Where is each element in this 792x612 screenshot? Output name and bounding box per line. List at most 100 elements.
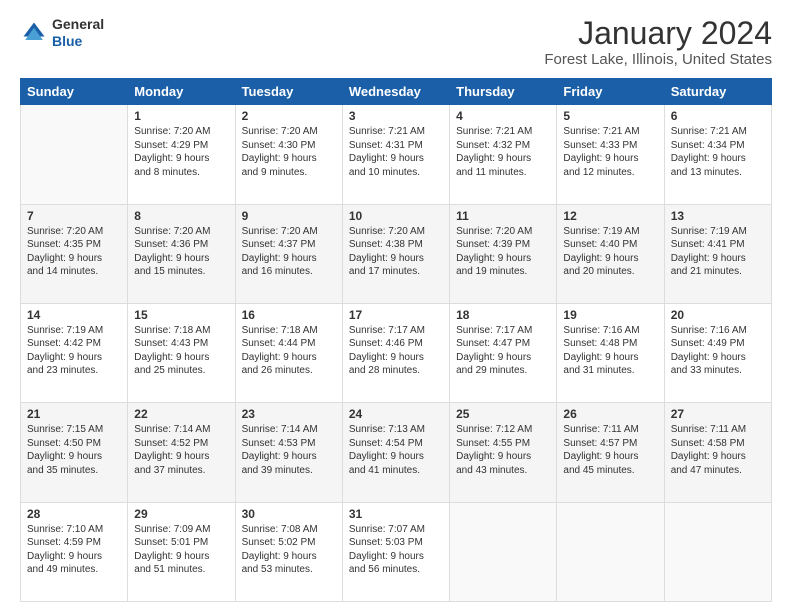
day-info: Sunrise: 7:20 AM Sunset: 4:30 PM Dayligh… bbox=[242, 125, 336, 179]
day-info: Sunrise: 7:12 AM Sunset: 4:55 PM Dayligh… bbox=[456, 423, 550, 477]
calendar-week-2: 7 Sunrise: 7:20 AM Sunset: 4:35 PM Daylig… bbox=[21, 204, 772, 303]
subtitle: Forest Lake, Illinois, United States bbox=[544, 51, 772, 68]
calendar-cell: 10 Sunrise: 7:20 AM Sunset: 4:38 PM Dayli… bbox=[342, 204, 449, 303]
day-number: 7 bbox=[27, 209, 121, 223]
day-number: 17 bbox=[349, 308, 443, 322]
calendar-cell: 13 Sunrise: 7:19 AM Sunset: 4:41 PM Dayli… bbox=[664, 204, 771, 303]
day-info: Sunrise: 7:20 AM Sunset: 4:36 PM Dayligh… bbox=[134, 225, 228, 279]
day-number: 3 bbox=[349, 109, 443, 123]
calendar-week-5: 28 Sunrise: 7:10 AM Sunset: 4:59 PM Dayli… bbox=[21, 502, 772, 601]
day-info: Sunrise: 7:11 AM Sunset: 4:58 PM Dayligh… bbox=[671, 423, 765, 477]
calendar-cell: 17 Sunrise: 7:17 AM Sunset: 4:46 PM Dayli… bbox=[342, 303, 449, 402]
calendar-table: SundayMondayTuesdayWednesdayThursdayFrid… bbox=[20, 78, 772, 602]
calendar-cell: 14Sunrise: 7:19 AM Sunset: 4:42 PM Dayli… bbox=[21, 303, 128, 402]
day-info: Sunrise: 7:13 AM Sunset: 4:54 PM Dayligh… bbox=[349, 423, 443, 477]
logo: General Blue bbox=[20, 16, 104, 50]
day-info: Sunrise: 7:15 AM Sunset: 4:50 PM Dayligh… bbox=[27, 423, 121, 477]
day-info: Sunrise: 7:19 AM Sunset: 4:40 PM Dayligh… bbox=[563, 225, 657, 279]
day-number: 18 bbox=[456, 308, 550, 322]
calendar-cell: 9 Sunrise: 7:20 AM Sunset: 4:37 PM Daylig… bbox=[235, 204, 342, 303]
day-info: Sunrise: 7:16 AM Sunset: 4:49 PM Dayligh… bbox=[671, 324, 765, 378]
calendar-header-monday: Monday bbox=[128, 79, 235, 105]
calendar-cell: 12 Sunrise: 7:19 AM Sunset: 4:40 PM Dayli… bbox=[557, 204, 664, 303]
day-info: Sunrise: 7:20 AM Sunset: 4:35 PM Dayligh… bbox=[27, 225, 121, 279]
calendar-cell: 29 Sunrise: 7:09 AM Sunset: 5:01 PM Dayli… bbox=[128, 502, 235, 601]
day-info: Sunrise: 7:09 AM Sunset: 5:01 PM Dayligh… bbox=[134, 523, 228, 577]
calendar-header-friday: Friday bbox=[557, 79, 664, 105]
day-info: Sunrise: 7:20 AM Sunset: 4:39 PM Dayligh… bbox=[456, 225, 550, 279]
calendar-cell: 11Sunrise: 7:20 AM Sunset: 4:39 PM Dayli… bbox=[450, 204, 557, 303]
logo-line2: Blue bbox=[52, 33, 82, 49]
calendar-cell bbox=[21, 105, 128, 204]
day-number: 5 bbox=[563, 109, 657, 123]
calendar-cell: 5Sunrise: 7:21 AM Sunset: 4:33 PM Daylig… bbox=[557, 105, 664, 204]
calendar-cell: 18 Sunrise: 7:17 AM Sunset: 4:47 PM Dayli… bbox=[450, 303, 557, 402]
day-number: 20 bbox=[671, 308, 765, 322]
day-info: Sunrise: 7:21 AM Sunset: 4:32 PM Dayligh… bbox=[456, 125, 550, 179]
day-number: 27 bbox=[671, 407, 765, 421]
day-number: 1 bbox=[134, 109, 228, 123]
day-number: 23 bbox=[242, 407, 336, 421]
day-info: Sunrise: 7:14 AM Sunset: 4:53 PM Dayligh… bbox=[242, 423, 336, 477]
calendar-cell: 21Sunrise: 7:15 AM Sunset: 4:50 PM Dayli… bbox=[21, 403, 128, 502]
day-info: Sunrise: 7:17 AM Sunset: 4:47 PM Dayligh… bbox=[456, 324, 550, 378]
day-number: 12 bbox=[563, 209, 657, 223]
day-info: Sunrise: 7:08 AM Sunset: 5:02 PM Dayligh… bbox=[242, 523, 336, 577]
calendar-cell: 2 Sunrise: 7:20 AM Sunset: 4:30 PM Daylig… bbox=[235, 105, 342, 204]
calendar-header-wednesday: Wednesday bbox=[342, 79, 449, 105]
calendar-week-4: 21Sunrise: 7:15 AM Sunset: 4:50 PM Dayli… bbox=[21, 403, 772, 502]
day-info: Sunrise: 7:18 AM Sunset: 4:44 PM Dayligh… bbox=[242, 324, 336, 378]
calendar-header-tuesday: Tuesday bbox=[235, 79, 342, 105]
day-info: Sunrise: 7:18 AM Sunset: 4:43 PM Dayligh… bbox=[134, 324, 228, 378]
calendar-cell: 20 Sunrise: 7:16 AM Sunset: 4:49 PM Dayli… bbox=[664, 303, 771, 402]
day-number: 6 bbox=[671, 109, 765, 123]
day-info: Sunrise: 7:20 AM Sunset: 4:37 PM Dayligh… bbox=[242, 225, 336, 279]
day-info: Sunrise: 7:07 AM Sunset: 5:03 PM Dayligh… bbox=[349, 523, 443, 577]
day-info: Sunrise: 7:19 AM Sunset: 4:41 PM Dayligh… bbox=[671, 225, 765, 279]
calendar-cell: 8 Sunrise: 7:20 AM Sunset: 4:36 PM Daylig… bbox=[128, 204, 235, 303]
calendar-cell: 26Sunrise: 7:11 AM Sunset: 4:57 PM Dayli… bbox=[557, 403, 664, 502]
calendar-cell: 6 Sunrise: 7:21 AM Sunset: 4:34 PM Daylig… bbox=[664, 105, 771, 204]
day-info: Sunrise: 7:21 AM Sunset: 4:31 PM Dayligh… bbox=[349, 125, 443, 179]
calendar-cell: 1Sunrise: 7:20 AM Sunset: 4:29 PM Daylig… bbox=[128, 105, 235, 204]
day-info: Sunrise: 7:16 AM Sunset: 4:48 PM Dayligh… bbox=[563, 324, 657, 378]
day-info: Sunrise: 7:10 AM Sunset: 4:59 PM Dayligh… bbox=[27, 523, 121, 577]
calendar-cell: 30Sunrise: 7:08 AM Sunset: 5:02 PM Dayli… bbox=[235, 502, 342, 601]
calendar-cell: 28 Sunrise: 7:10 AM Sunset: 4:59 PM Dayli… bbox=[21, 502, 128, 601]
calendar-cell: 31 Sunrise: 7:07 AM Sunset: 5:03 PM Dayli… bbox=[342, 502, 449, 601]
day-info: Sunrise: 7:17 AM Sunset: 4:46 PM Dayligh… bbox=[349, 324, 443, 378]
day-number: 2 bbox=[242, 109, 336, 123]
calendar-cell: 27 Sunrise: 7:11 AM Sunset: 4:58 PM Dayli… bbox=[664, 403, 771, 502]
calendar-cell: 22 Sunrise: 7:14 AM Sunset: 4:52 PM Dayli… bbox=[128, 403, 235, 502]
day-number: 15 bbox=[134, 308, 228, 322]
logo-line1: General bbox=[52, 16, 104, 32]
calendar-header-sunday: Sunday bbox=[21, 79, 128, 105]
day-number: 10 bbox=[349, 209, 443, 223]
calendar-cell bbox=[557, 502, 664, 601]
logo-text: General Blue bbox=[52, 16, 104, 50]
day-info: Sunrise: 7:19 AM Sunset: 4:42 PM Dayligh… bbox=[27, 324, 121, 378]
calendar-header-saturday: Saturday bbox=[664, 79, 771, 105]
day-number: 29 bbox=[134, 507, 228, 521]
day-number: 24 bbox=[349, 407, 443, 421]
day-number: 26 bbox=[563, 407, 657, 421]
day-number: 9 bbox=[242, 209, 336, 223]
calendar-cell bbox=[664, 502, 771, 601]
calendar-cell: 23 Sunrise: 7:14 AM Sunset: 4:53 PM Dayli… bbox=[235, 403, 342, 502]
calendar-cell: 7 Sunrise: 7:20 AM Sunset: 4:35 PM Daylig… bbox=[21, 204, 128, 303]
day-info: Sunrise: 7:21 AM Sunset: 4:34 PM Dayligh… bbox=[671, 125, 765, 179]
calendar-week-1: 1Sunrise: 7:20 AM Sunset: 4:29 PM Daylig… bbox=[21, 105, 772, 204]
day-number: 22 bbox=[134, 407, 228, 421]
day-number: 25 bbox=[456, 407, 550, 421]
day-number: 31 bbox=[349, 507, 443, 521]
calendar-header-row: SundayMondayTuesdayWednesdayThursdayFrid… bbox=[21, 79, 772, 105]
day-number: 19 bbox=[563, 308, 657, 322]
day-number: 8 bbox=[134, 209, 228, 223]
day-info: Sunrise: 7:20 AM Sunset: 4:38 PM Dayligh… bbox=[349, 225, 443, 279]
day-number: 16 bbox=[242, 308, 336, 322]
day-number: 28 bbox=[27, 507, 121, 521]
day-info: Sunrise: 7:14 AM Sunset: 4:52 PM Dayligh… bbox=[134, 423, 228, 477]
day-number: 13 bbox=[671, 209, 765, 223]
page: General Blue January 2024 Forest Lake, I… bbox=[0, 0, 792, 612]
calendar-cell bbox=[450, 502, 557, 601]
